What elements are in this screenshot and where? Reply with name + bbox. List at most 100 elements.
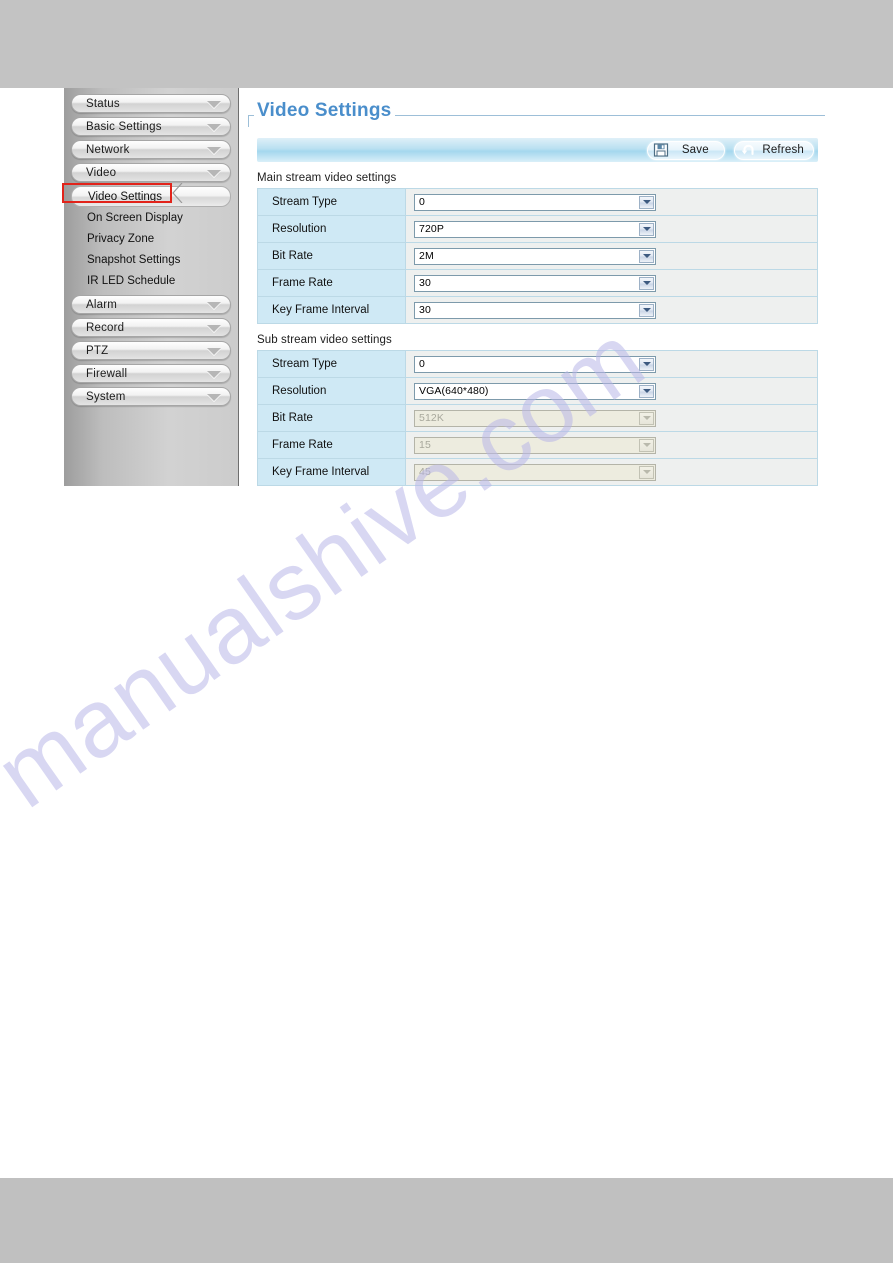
sidebar-item-label: PTZ: [86, 344, 109, 357]
main-bit-rate-select[interactable]: 2M: [414, 247, 656, 265]
page-bottom-margin-band: [0, 1178, 893, 1263]
chevron-down-icon: [207, 324, 221, 332]
sidebar-item-basic-settings[interactable]: Basic Settings: [71, 117, 231, 136]
row-label: Stream Type: [258, 351, 406, 377]
sub-key-frame-interval-select: 45: [414, 463, 656, 481]
table-row: Resolution VGA(640*480): [258, 378, 817, 405]
chevron-down-icon: [207, 347, 221, 355]
table-row: Frame Rate 30: [258, 270, 817, 297]
chevron-down-icon: [639, 411, 654, 425]
sidebar-item-label: Alarm: [86, 298, 118, 311]
row-field: 30: [406, 297, 817, 323]
table-row: Stream Type 0: [258, 351, 817, 378]
sidebar: Status Basic Settings Network Video Vide…: [64, 88, 239, 486]
main-frame-rate-select[interactable]: 30: [414, 274, 656, 292]
selected-value: 45: [419, 466, 431, 478]
sidebar-item-video[interactable]: Video: [71, 163, 231, 182]
sidebar-item-system[interactable]: System: [71, 387, 231, 406]
selected-value: 2M: [419, 250, 434, 262]
row-label: Bit Rate: [258, 243, 406, 269]
sidebar-item-label: Video: [86, 166, 117, 179]
row-label: Stream Type: [258, 189, 406, 215]
row-field: 2M: [406, 243, 817, 269]
sidebar-item-label: System: [86, 390, 126, 403]
chevron-down-icon: [639, 465, 654, 479]
chevron-down-icon[interactable]: [639, 276, 654, 290]
sidebar-item-label: Basic Settings: [86, 120, 162, 133]
table-row: Bit Rate 2M: [258, 243, 817, 270]
row-field: 0: [406, 351, 817, 377]
chevron-down-icon: [207, 393, 221, 401]
sub-stream-type-select[interactable]: 0: [414, 355, 656, 373]
sidebar-item-label: IR LED Schedule: [87, 274, 176, 287]
sidebar-item-label: Network: [86, 143, 130, 156]
row-field: VGA(640*480): [406, 378, 817, 404]
sidebar-item-ptz[interactable]: PTZ: [71, 341, 231, 360]
sidebar-item-status[interactable]: Status: [71, 94, 231, 113]
content-area: Video Settings Save Refresh Main stream …: [239, 88, 828, 486]
sidebar-item-record[interactable]: Record: [71, 318, 231, 337]
camera-web-ui: Status Basic Settings Network Video Vide…: [64, 88, 828, 486]
selected-value: 30: [419, 304, 431, 316]
chevron-down-icon: [207, 169, 221, 177]
row-label: Resolution: [258, 216, 406, 242]
sub-resolution-select[interactable]: VGA(640*480): [414, 382, 656, 400]
chevron-down-icon: [207, 100, 221, 108]
sidebar-item-snapshot-settings[interactable]: Snapshot Settings: [64, 249, 238, 270]
chevron-down-icon[interactable]: [639, 384, 654, 398]
selected-value: 0: [419, 196, 425, 208]
row-label: Frame Rate: [258, 270, 406, 296]
sidebar-item-privacy-zone[interactable]: Privacy Zone: [64, 228, 238, 249]
sidebar-item-ir-led-schedule[interactable]: IR LED Schedule: [64, 270, 238, 291]
chevron-down-icon[interactable]: [639, 249, 654, 263]
sub-bit-rate-select: 512K: [414, 409, 656, 427]
selected-menu-highlight-box: [62, 183, 172, 203]
sub-frame-rate-select: 15: [414, 436, 656, 454]
sidebar-item-label: Record: [86, 321, 125, 334]
row-field: 45: [406, 459, 817, 485]
save-button[interactable]: Save: [647, 140, 726, 160]
chevron-down-icon[interactable]: [639, 357, 654, 371]
chevron-down-icon[interactable]: [639, 222, 654, 236]
chevron-down-icon: [207, 370, 221, 378]
selected-value: 30: [419, 277, 431, 289]
selected-value: VGA(640*480): [419, 385, 489, 397]
chevron-down-icon[interactable]: [639, 195, 654, 209]
sidebar-item-network[interactable]: Network: [71, 140, 231, 159]
action-toolbar: Save Refresh: [257, 138, 818, 162]
main-stream-section-label: Main stream video settings: [257, 172, 397, 184]
refresh-button[interactable]: Refresh: [734, 140, 814, 160]
sidebar-item-label: On Screen Display: [87, 211, 183, 224]
selected-value: 15: [419, 439, 431, 451]
selected-value: 720P: [419, 223, 444, 235]
row-label: Key Frame Interval: [258, 297, 406, 323]
row-label: Resolution: [258, 378, 406, 404]
table-row: Frame Rate 15: [258, 432, 817, 459]
refresh-button-label: Refresh: [762, 144, 804, 156]
sidebar-item-firewall[interactable]: Firewall: [71, 364, 231, 383]
selected-value: 0: [419, 358, 425, 370]
chevron-down-icon: [207, 123, 221, 131]
chevron-down-icon[interactable]: [639, 303, 654, 317]
floppy-disk-icon: [653, 143, 669, 157]
main-stream-type-select[interactable]: 0: [414, 193, 656, 211]
table-row: Key Frame Interval 45: [258, 459, 817, 486]
main-stream-table: Stream Type 0 Resolution 720P Bit Rate 2…: [257, 188, 818, 324]
row-field: 0: [406, 189, 817, 215]
save-button-label: Save: [681, 144, 709, 156]
row-field: 512K: [406, 405, 817, 431]
main-resolution-select[interactable]: 720P: [414, 220, 656, 238]
sidebar-item-alarm[interactable]: Alarm: [71, 295, 231, 314]
sub-stream-table: Stream Type 0 Resolution VGA(640*480) Bi…: [257, 350, 818, 486]
sidebar-item-on-screen-display[interactable]: On Screen Display: [64, 207, 238, 228]
sidebar-item-label: Status: [86, 97, 120, 110]
table-row: Stream Type 0: [258, 189, 817, 216]
main-key-frame-interval-select[interactable]: 30: [414, 301, 656, 319]
row-field: 720P: [406, 216, 817, 242]
chevron-down-icon: [207, 301, 221, 309]
sidebar-item-label: Privacy Zone: [87, 232, 155, 245]
page-top-margin-band: [0, 0, 893, 88]
sub-stream-section-label: Sub stream video settings: [257, 334, 392, 346]
sidebar-item-label: Snapshot Settings: [87, 253, 181, 266]
sidebar-item-label: Firewall: [86, 367, 128, 380]
